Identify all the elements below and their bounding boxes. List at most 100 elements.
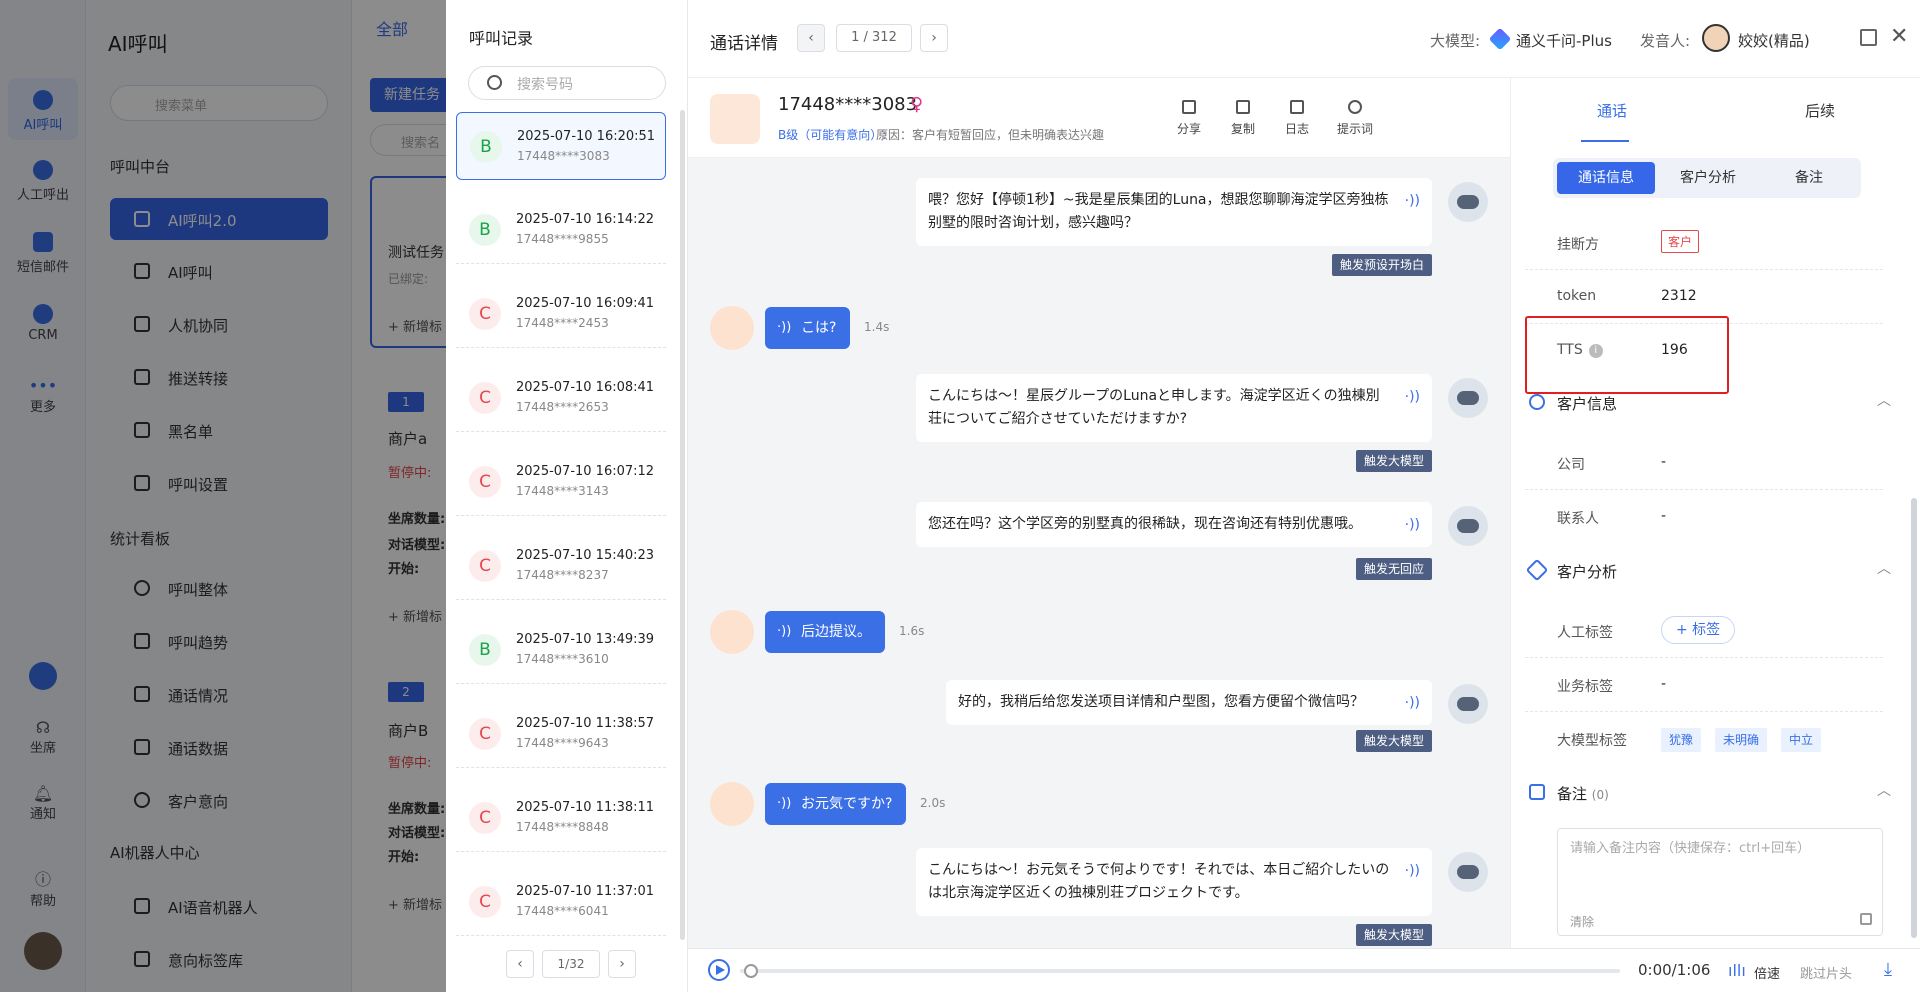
field-business-tag: 业务标签 - bbox=[1525, 658, 1883, 712]
llm-tag-chip: 未明确 bbox=[1715, 728, 1768, 752]
field-label: 公司 bbox=[1557, 457, 1585, 473]
copy-button[interactable]: 复制 bbox=[1218, 100, 1268, 137]
play-audio-icon[interactable]: ·)) bbox=[1405, 514, 1420, 537]
tab-follow-up[interactable]: 后续 bbox=[1805, 100, 1835, 121]
robot-avatar bbox=[1448, 852, 1488, 892]
notes-clear-button[interactable]: 清除 bbox=[1570, 913, 1594, 930]
message-duration: 1.4s bbox=[864, 320, 890, 334]
action-label: 日志 bbox=[1284, 122, 1309, 136]
user-message[interactable]: ·)) こは? bbox=[765, 307, 851, 349]
customer-avatar bbox=[710, 782, 754, 826]
play-button[interactable] bbox=[708, 959, 730, 981]
grade-badge: B bbox=[469, 214, 501, 246]
detail-header: 通话详情 ‹ 1 / 312 › 大模型: 通义千问-Plus 发音人: 姣姣(… bbox=[688, 0, 1920, 78]
share-button[interactable]: 分享 bbox=[1164, 100, 1214, 137]
record-time: 2025-07-10 16:08:41 bbox=[516, 380, 655, 395]
restore-window-icon[interactable] bbox=[1860, 29, 1877, 46]
record-number: 17448****9855 bbox=[516, 232, 609, 246]
record-item[interactable]: B 2025-07-10 13:49:39 17448****3610 bbox=[456, 616, 666, 684]
record-panel-title: 呼叫记录 bbox=[469, 29, 534, 48]
save-icon[interactable] bbox=[1860, 913, 1872, 925]
tab-call[interactable]: 通话 bbox=[1597, 100, 1627, 121]
bot-message: 喂？您好【停顿1秒】~我是星辰集团的Luna，想跟您聊聊海淀学区旁独栋别墅的限时… bbox=[916, 178, 1432, 246]
share-icon bbox=[1182, 100, 1196, 114]
add-tag-button[interactable]: + 标签 bbox=[1661, 616, 1736, 644]
record-number: 17448****3143 bbox=[516, 484, 609, 498]
highlight-box bbox=[1525, 316, 1729, 394]
record-item[interactable]: C 2025-07-10 16:08:41 17448****2653 bbox=[456, 364, 666, 432]
play-audio-icon[interactable]: ·)) bbox=[1405, 860, 1420, 883]
voice-value: 姣姣(精品) bbox=[1738, 32, 1810, 50]
llm-tag-chip: 犹豫 bbox=[1661, 728, 1702, 752]
prompt-button[interactable]: 提示词 bbox=[1330, 100, 1380, 137]
record-item[interactable]: B 2025-07-10 16:14:22 17448****9855 bbox=[456, 196, 666, 264]
record-item[interactable]: C 2025-07-10 15:40:23 17448****8237 bbox=[456, 532, 666, 600]
section-customer-analysis[interactable]: 客户分析 ︿ bbox=[1525, 552, 1901, 588]
grade-badge: C bbox=[469, 298, 501, 330]
record-time: 2025-07-10 16:07:12 bbox=[516, 464, 655, 479]
info-segment-control: 通话信息 客户分析 备注 bbox=[1553, 158, 1861, 198]
record-item[interactable]: C 2025-07-10 16:07:12 17448****3143 bbox=[456, 448, 666, 516]
segment-customer-analysis[interactable]: 客户分析 bbox=[1659, 162, 1757, 194]
section-title: 客户分析 bbox=[1557, 563, 1618, 581]
chat-transcript[interactable]: 喂？您好【停顿1秒】~我是星辰集团的Luna，想跟您聊聊海淀学区旁独栋别墅的限时… bbox=[688, 158, 1510, 948]
play-audio-icon[interactable]: ·)) bbox=[1405, 190, 1420, 213]
field-value: - bbox=[1661, 676, 1667, 692]
record-prev-button[interactable]: ‹ bbox=[506, 950, 534, 978]
segment-notes[interactable]: 备注 bbox=[1761, 162, 1857, 194]
download-icon[interactable]: ⤓ bbox=[1884, 959, 1892, 980]
trigger-tag: 触发大模型 bbox=[1355, 924, 1432, 946]
record-item[interactable]: C 2025-07-10 11:38:11 17448****8848 bbox=[456, 784, 666, 852]
section-title: 备注 (0) bbox=[1557, 783, 1609, 804]
audio-progress-bar[interactable] bbox=[740, 969, 1620, 973]
chevron-up-icon[interactable]: ︿ bbox=[1877, 390, 1891, 410]
field-contact: 联系人 - bbox=[1525, 490, 1883, 544]
record-item[interactable]: C 2025-07-10 16:09:41 17448****2453 bbox=[456, 280, 666, 348]
record-item[interactable]: C 2025-07-10 11:37:01 17448****6041 bbox=[456, 868, 666, 936]
chevron-up-icon[interactable]: ︿ bbox=[1877, 558, 1891, 578]
call-record-panel: 呼叫记录 搜索号码 B 2025-07-10 16:20:51 17448****3… bbox=[446, 0, 688, 992]
section-customer-info[interactable]: 客户信息 ︿ bbox=[1525, 384, 1901, 420]
section-title: 客户信息 bbox=[1557, 395, 1618, 413]
user-message[interactable]: ·)) 后边提议。 bbox=[765, 611, 885, 653]
hangup-tag: 客户 bbox=[1661, 230, 1700, 253]
field-value: - bbox=[1661, 508, 1667, 524]
log-button[interactable]: 日志 bbox=[1272, 100, 1322, 137]
record-item[interactable]: C 2025-07-10 11:38:57 17448****9643 bbox=[456, 700, 666, 768]
field-llm-tag: 大模型标签 犹豫 未明确 中立 bbox=[1525, 712, 1883, 766]
detail-next-button[interactable]: › bbox=[920, 24, 948, 52]
chevron-up-icon[interactable]: ︿ bbox=[1877, 780, 1891, 800]
message-duration: 1.6s bbox=[899, 624, 925, 638]
skip-intro-button[interactable]: 跳过片头 bbox=[1800, 963, 1852, 982]
audio-progress-handle[interactable] bbox=[744, 964, 758, 978]
bot-message: こんにちは～！お元気そうで何よりです！それでは、本日ご紹介したいのは北京海淀学区… bbox=[916, 848, 1432, 916]
record-search-input[interactable]: 搜索号码 bbox=[468, 66, 666, 100]
play-audio-icon[interactable]: ·)) bbox=[1405, 386, 1420, 409]
record-scrollbar[interactable] bbox=[680, 110, 685, 940]
record-number: 17448****3083 bbox=[517, 149, 610, 163]
message-text: 后边提议。 bbox=[801, 624, 871, 640]
customer-reason: 原因：客户有短暂回应，但未明确表达兴趣 bbox=[876, 128, 1105, 142]
record-item[interactable]: B 2025-07-10 16:20:51 17448****3083 bbox=[456, 112, 666, 180]
segment-call-info[interactable]: 通话信息 bbox=[1557, 162, 1655, 194]
notes-title: 备注 bbox=[1557, 785, 1588, 803]
grade-badge: C bbox=[469, 802, 501, 834]
section-notes[interactable]: 备注 (0) ︿ bbox=[1525, 774, 1901, 810]
play-audio-icon[interactable]: ·)) bbox=[1405, 692, 1420, 715]
robot-avatar bbox=[1448, 506, 1488, 546]
message-text: 您还在吗？这个学区旁的别墅真的很稀缺，现在咨询还有特别优惠哦。 bbox=[928, 516, 1362, 532]
action-label: 提示词 bbox=[1336, 122, 1373, 136]
detail-prev-button[interactable]: ‹ bbox=[797, 24, 825, 52]
user-message[interactable]: ·)) お元気ですか? bbox=[765, 783, 907, 825]
bot-message: 您还在吗？这个学区旁的别墅真的很稀缺，现在咨询还有特别优惠哦。 ·)) bbox=[916, 502, 1432, 547]
action-label: 复制 bbox=[1230, 122, 1255, 136]
grade-badge: B bbox=[470, 131, 502, 163]
close-icon[interactable]: ✕ bbox=[1890, 24, 1908, 49]
notes-textarea[interactable]: 请输入备注内容（快捷保存：ctrl+回车） 清除 bbox=[1557, 828, 1883, 936]
audio-time: 0:00/1:06 bbox=[1638, 961, 1711, 979]
copy-icon bbox=[1236, 100, 1250, 114]
llm-tag-chip: 中立 bbox=[1781, 728, 1822, 752]
side-panel-scrollbar[interactable] bbox=[1911, 498, 1917, 938]
speed-button[interactable]: 倍速 bbox=[1754, 963, 1780, 982]
record-next-button[interactable]: › bbox=[608, 950, 636, 978]
